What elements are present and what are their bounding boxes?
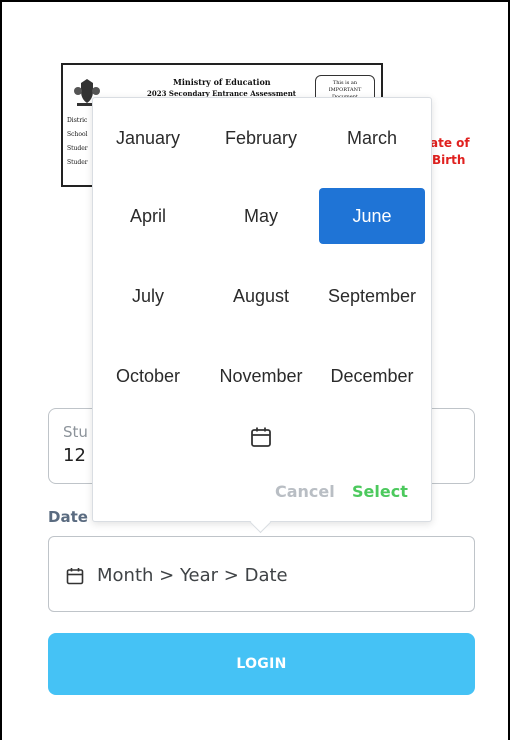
month-july[interactable]: July — [95, 268, 201, 324]
month-february[interactable]: February — [208, 110, 314, 166]
cert-row: Studer — [67, 145, 88, 152]
cert-row: Studer — [67, 159, 88, 166]
month-august[interactable]: August — [208, 268, 314, 324]
month-october[interactable]: October — [95, 348, 201, 404]
month-march[interactable]: March — [319, 110, 425, 166]
calendar-toggle-icon[interactable] — [250, 426, 272, 448]
month-november[interactable]: November — [208, 348, 314, 404]
cert-row: Distric — [67, 117, 88, 124]
date-placeholder: Month > Year > Date — [97, 565, 288, 586]
student-number-value: 12 — [63, 445, 86, 466]
month-september[interactable]: September — [319, 268, 425, 324]
month-december[interactable]: December — [319, 348, 425, 404]
month-picker-popup: January February March April May June Ju… — [92, 97, 432, 534]
login-button[interactable]: LOGIN — [48, 633, 475, 695]
month-april[interactable]: April — [95, 188, 201, 244]
student-number-label: Stu — [63, 423, 88, 441]
month-january[interactable]: January — [95, 110, 201, 166]
cancel-button[interactable]: Cancel — [275, 482, 335, 501]
dob-hint-line1: ate of — [430, 136, 470, 150]
date-of-birth-label: Date — [48, 508, 88, 526]
cert-row: School — [67, 131, 88, 138]
select-button[interactable]: Select — [352, 482, 408, 501]
month-may[interactable]: May — [208, 188, 314, 244]
calendar-icon — [66, 568, 84, 585]
dob-hint: ate of Birth — [430, 135, 470, 169]
month-june[interactable]: June — [319, 188, 425, 244]
dob-hint-line2: Birth — [432, 153, 466, 167]
cert-ministry: Ministry of Education — [173, 77, 271, 87]
date-of-birth-input[interactable]: Month > Year > Date — [48, 536, 475, 612]
